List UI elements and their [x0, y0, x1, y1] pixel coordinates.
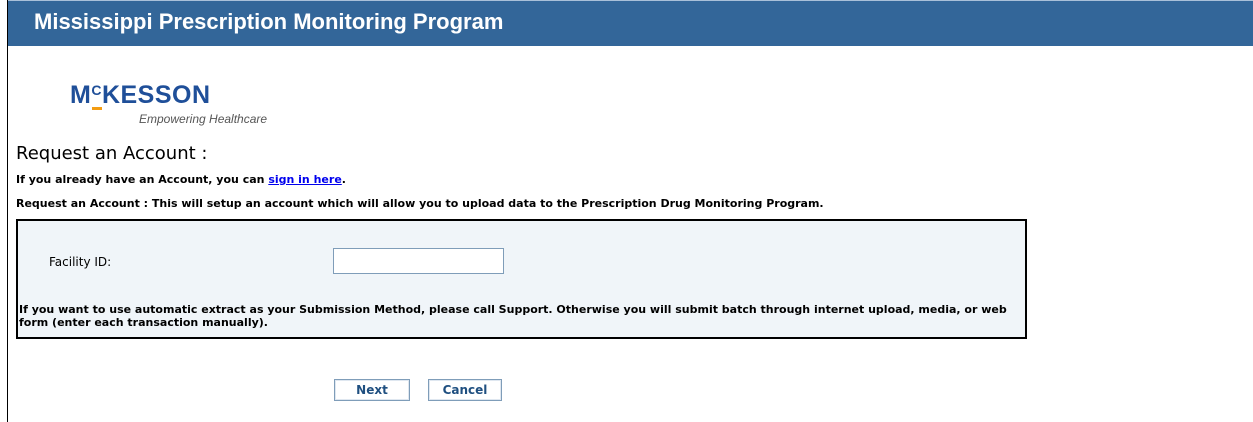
- cancel-button[interactable]: Cancel: [428, 379, 502, 401]
- logo-brand-sup: C: [91, 75, 102, 110]
- mckesson-logo: MCKESSON Empowering Healthcare: [70, 80, 267, 132]
- facility-id-label: Facility ID:: [49, 255, 112, 269]
- facility-form-panel: Facility ID: If you want to use automati…: [16, 219, 1027, 339]
- signin-suffix: .: [341, 173, 346, 186]
- logo-brand-rest: KESSON: [101, 81, 211, 109]
- logo-tagline: Empowering Healthcare: [139, 112, 268, 126]
- header-bar: Mississippi Prescription Monitoring Prog…: [8, 0, 1253, 46]
- sign-in-link[interactable]: sign in here: [268, 173, 341, 186]
- logo-wordmark: MCKESSON: [70, 80, 211, 113]
- signin-prefix: If you already have an Account, you can: [16, 173, 269, 186]
- logo-brand-prefix: M: [70, 81, 92, 109]
- next-button[interactable]: Next: [334, 379, 410, 401]
- app-title: Mississippi Prescription Monitoring Prog…: [34, 9, 504, 34]
- submission-method-note: If you want to use automatic extract as …: [19, 303, 1007, 329]
- page-left-border: [7, 0, 8, 422]
- facility-id-input[interactable]: [333, 248, 504, 274]
- signin-message: If you already have an Account, you can …: [16, 173, 346, 186]
- page-title: Request an Account :: [16, 143, 208, 164]
- request-description: Request an Account : This will setup an …: [16, 197, 824, 210]
